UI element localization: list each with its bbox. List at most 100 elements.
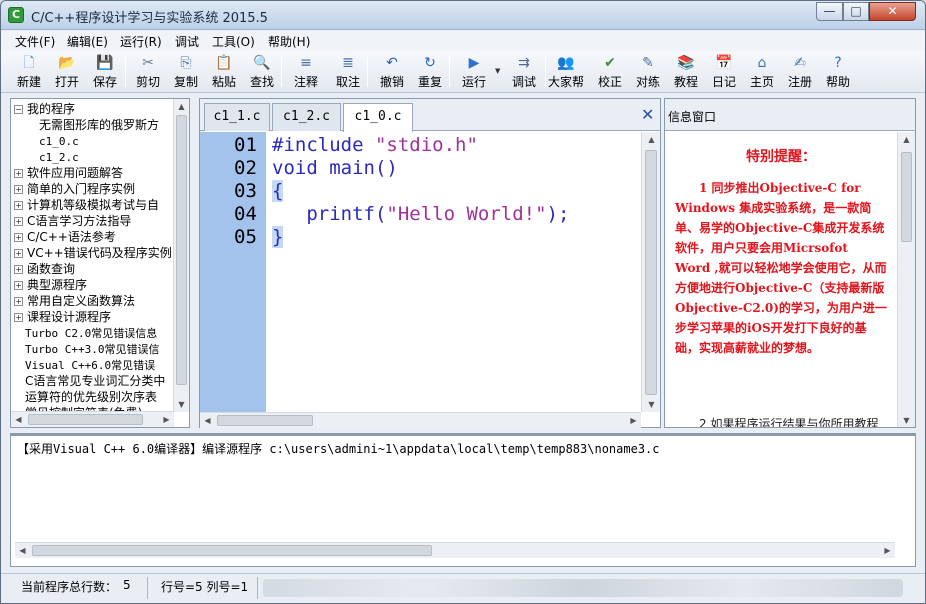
toolbar-button-folder-open[interactable]: 📂 打开 — [48, 53, 86, 91]
tree-item[interactable]: C语言常见专业词汇分类中 — [11, 373, 165, 389]
tree-item[interactable]: 无需图形库的俄罗斯方 — [11, 117, 159, 133]
expand-icon[interactable]: + — [14, 297, 23, 306]
expand-icon[interactable]: + — [14, 281, 23, 290]
expand-icon[interactable]: + — [14, 233, 23, 242]
info-vertical-scrollbar[interactable]: ▲ ▼ — [897, 132, 915, 427]
code-line: printf("Hello World!"); — [272, 203, 569, 226]
maximize-button[interactable]: □ — [843, 2, 869, 21]
menu-item-4[interactable]: 工具(O) — [212, 33, 255, 50]
toolbar-button-people[interactable]: 👥 大家帮 — [547, 53, 585, 91]
tree-item[interactable]: + 典型源程序 — [11, 277, 87, 293]
tree-item[interactable]: + C语言学习方法指导 — [11, 213, 131, 229]
tree-item[interactable]: + VC++错误代码及程序实例 — [11, 245, 172, 261]
scroll-right-arrow-icon[interactable]: ▶ — [626, 413, 641, 428]
toolbar-label: 取注 — [335, 75, 360, 89]
tree-horizontal-scrollbar[interactable]: ◀ ▶ — [11, 411, 174, 427]
tree-item[interactable]: Turbo C++3.0常见错误信 — [11, 341, 159, 357]
tree-scroll-thumb[interactable] — [176, 115, 187, 385]
toolbar-button-debug[interactable]: ⇉ 调试 — [505, 53, 543, 91]
close-button[interactable]: ✕ — [869, 2, 916, 21]
toolbar-button-undo[interactable]: ↶ 撤销 — [373, 53, 411, 91]
menu-item-1[interactable]: 编辑(E) — [67, 33, 108, 50]
expand-icon[interactable]: + — [14, 265, 23, 274]
scroll-left-arrow-icon[interactable]: ◀ — [200, 413, 215, 428]
cursor-position: 行号=5 列号=1 — [161, 580, 249, 594]
folder-open-icon: 📂 — [58, 55, 76, 71]
tree-item[interactable]: Turbo C2.0常见错误信息 — [11, 325, 157, 341]
output-hscroll-thumb[interactable] — [32, 545, 432, 556]
toolbar-button-register[interactable]: ✍ 注册 — [781, 53, 819, 91]
tree-hscroll-thumb[interactable] — [28, 414, 143, 425]
editor-scroll-thumb[interactable] — [645, 150, 657, 395]
scroll-down-arrow-icon[interactable]: ▼ — [899, 413, 914, 427]
toolbar-button-run[interactable]: ▶ 运行 — [455, 53, 493, 91]
tab-c1-2[interactable]: c1_2.c — [272, 103, 341, 131]
scroll-right-arrow-icon[interactable]: ▶ — [159, 412, 174, 427]
tree-item[interactable]: + 软件应用问题解答 — [11, 165, 123, 181]
tree-item[interactable]: + 常用自定义函数算法 — [11, 293, 135, 309]
expand-icon[interactable]: + — [14, 313, 23, 322]
menu-item-2[interactable]: 运行(R) — [120, 33, 162, 50]
toolbar-button-home[interactable]: ⌂ 主页 — [743, 53, 781, 91]
toolbar-button-diary[interactable]: 📅 日记 — [705, 53, 743, 91]
scroll-up-arrow-icon[interactable]: ▲ — [174, 99, 189, 114]
tree-item[interactable]: + 函数查询 — [11, 261, 75, 277]
tree-item[interactable]: 运算符的优先级别次序表 — [11, 389, 157, 405]
tab-c1-1[interactable]: c1_1.c — [204, 103, 270, 131]
toolbar-button-new-file[interactable]: 🗋 新建 — [10, 53, 48, 91]
editor-hscroll-thumb[interactable] — [217, 415, 313, 426]
scroll-down-arrow-icon[interactable]: ▼ — [644, 397, 659, 412]
scroll-right-arrow-icon[interactable]: ▶ — [880, 543, 895, 558]
expand-icon[interactable]: + — [14, 185, 23, 194]
expand-icon[interactable]: + — [14, 217, 23, 226]
scroll-left-arrow-icon[interactable]: ◀ — [15, 543, 30, 558]
toolbar-button-uncomment[interactable]: ≣ 取注 — [329, 53, 367, 91]
toolbar-button-edit-practice[interactable]: ✎ 对练 — [629, 53, 667, 91]
tree-item[interactable]: c1_2.c — [11, 149, 79, 165]
tree-item[interactable]: + 计算机等级模拟考试与自 — [11, 197, 159, 213]
collapse-icon[interactable]: − — [14, 105, 23, 114]
scroll-left-arrow-icon[interactable]: ◀ — [11, 412, 26, 427]
info-scroll-thumb[interactable] — [901, 152, 912, 242]
toolbar-button-help[interactable]: ? 帮助 — [819, 53, 857, 91]
toolbar-separator — [545, 57, 546, 87]
close-tab-icon[interactable]: ✕ — [641, 105, 654, 124]
expand-icon[interactable]: + — [14, 249, 23, 258]
toolbar-button-check[interactable]: ✔ 校正 — [591, 53, 629, 91]
expand-icon[interactable]: + — [14, 201, 23, 210]
scroll-down-arrow-icon[interactable]: ▼ — [174, 397, 189, 412]
menu-item-0[interactable]: 文件(F) — [15, 33, 55, 50]
title-bar[interactable]: C C/C++程序设计学习与实验系统 2015.5 — □ ✕ — [1, 1, 925, 30]
tree-item[interactable]: + 课程设计源程序 — [11, 309, 111, 325]
toolbar-button-books[interactable]: 📚 教程 — [667, 53, 705, 91]
minimize-button[interactable]: — — [816, 2, 843, 21]
scroll-up-arrow-icon[interactable]: ▲ — [644, 132, 659, 147]
toolbar-button-redo[interactable]: ↻ 重复 — [411, 53, 449, 91]
menu-item-5[interactable]: 帮助(H) — [268, 33, 310, 50]
scroll-up-arrow-icon[interactable]: ▲ — [899, 132, 914, 147]
toolbar-separator — [281, 57, 282, 87]
output-horizontal-scrollbar[interactable]: ◀ ▶ — [15, 542, 895, 558]
toolbar-button-save[interactable]: 💾 保存 — [86, 53, 124, 91]
tree-item[interactable]: + C/C++语法参考 — [11, 229, 116, 245]
run-dropdown-icon[interactable]: ▼ — [495, 67, 500, 75]
tree-vertical-scrollbar[interactable]: ▲ ▼ — [173, 99, 189, 412]
code-area[interactable]: #include "stdio.h" void main(){ printf("H… — [266, 132, 642, 412]
toolbar-button-comment[interactable]: ≡ 注释 — [287, 53, 325, 91]
menu-item-3[interactable]: 调试 — [175, 33, 199, 50]
editor-vertical-scrollbar[interactable]: ▲ ▼ — [641, 132, 660, 412]
tab-c1-0[interactable]: c1_0.c — [343, 103, 413, 132]
toolbar-button-scissors[interactable]: ✂ 剪切 — [129, 53, 167, 91]
status-blurred-area — [263, 579, 903, 597]
toolbar-button-copy[interactable]: ⎘ 复制 — [167, 53, 205, 91]
tree-item[interactable]: + 简单的入门程序实例 — [11, 181, 135, 197]
tree-item[interactable]: Visual C++6.0常见错误 — [11, 357, 155, 373]
tree-item[interactable]: − 我的程序 — [11, 101, 75, 117]
program-tree[interactable]: − 我的程序 无需图形库的俄罗斯方 c1_0.c c1_2.c + 软件应用问题解答 + 简单的… — [10, 98, 190, 428]
tree-item[interactable]: c1_0.c — [11, 133, 79, 149]
output-window[interactable]: 【采用Visual C++ 6.0编译器】编译源程序 c:\users\admi… — [10, 433, 916, 567]
expand-icon[interactable]: + — [14, 169, 23, 178]
toolbar-button-binoculars[interactable]: 🔍 查找 — [243, 53, 281, 91]
toolbar-button-paste[interactable]: 📋 粘贴 — [205, 53, 243, 91]
editor-horizontal-scrollbar[interactable]: ◀ ▶ — [200, 412, 641, 428]
